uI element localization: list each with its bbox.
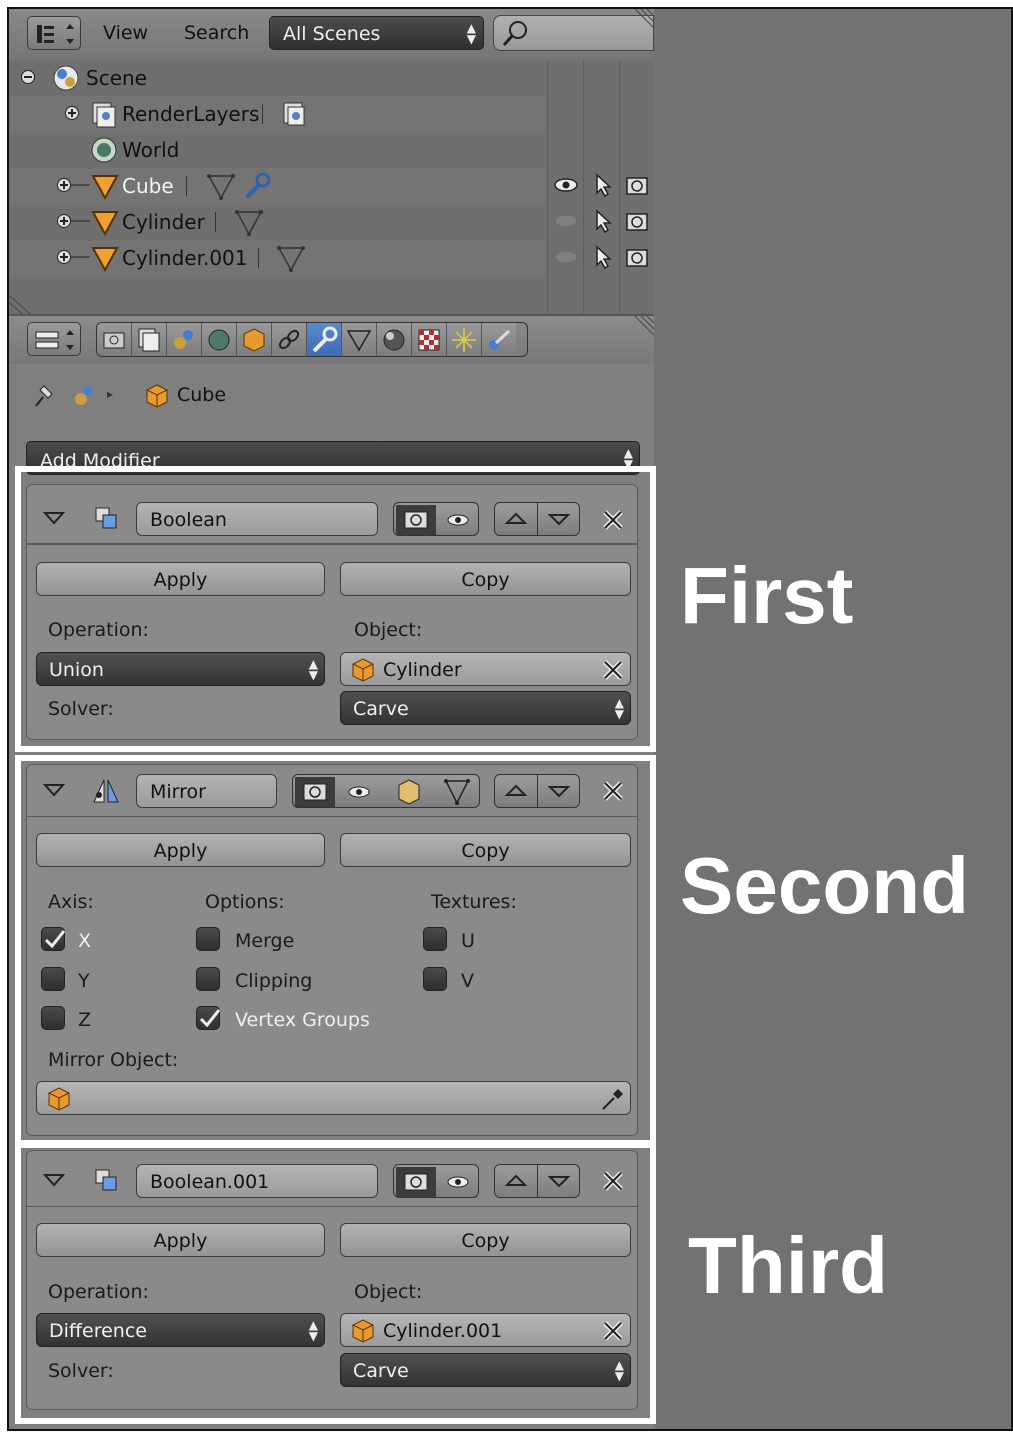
- wrench-icon: [312, 326, 338, 353]
- outliner-row-scene[interactable]: Scene: [10, 60, 546, 96]
- cursor-select-icon[interactable]: [592, 172, 614, 198]
- cursor-select-icon[interactable]: [592, 244, 614, 270]
- render-camera-icon[interactable]: [624, 244, 650, 270]
- search-input[interactable]: [493, 15, 654, 51]
- pin-icon[interactable]: [28, 380, 58, 410]
- expand-icon[interactable]: [56, 248, 90, 266]
- editor-type-button[interactable]: [27, 322, 81, 356]
- area-corner-handle[interactable]: [633, 9, 654, 30]
- tab-particles[interactable]: [447, 323, 482, 356]
- annotation-second: Second: [680, 841, 969, 930]
- collapse-icon[interactable]: [20, 69, 36, 85]
- render-layers-icon: [138, 328, 160, 352]
- context-object-name: Cube: [177, 384, 227, 406]
- area-corner-handle[interactable]: [10, 292, 34, 314]
- outliner-item-name: RenderLayers: [122, 102, 260, 126]
- expand-icon[interactable]: [56, 176, 90, 194]
- tab-texture[interactable]: [412, 323, 447, 356]
- properties-editor-icon: [35, 330, 74, 350]
- menu-view[interactable]: View: [103, 22, 148, 44]
- area-corner-handle[interactable]: [633, 316, 654, 337]
- scene-icon: [174, 330, 193, 349]
- outliner-item-name: Cylinder: [122, 210, 205, 234]
- annotation-third: Third: [688, 1221, 888, 1310]
- tab-constraints[interactable]: [272, 323, 307, 356]
- outliner-editor-icon: [37, 24, 74, 44]
- outliner-item-name: World: [122, 138, 180, 162]
- object-cube-icon: [146, 384, 168, 408]
- eye-icon[interactable]: [553, 174, 579, 196]
- tab-render[interactable]: [97, 323, 132, 356]
- mesh-data-icon: [277, 246, 305, 272]
- wrench-icon: [245, 172, 271, 199]
- tab-render-layers[interactable]: [132, 323, 167, 356]
- mesh-data-icon: [235, 210, 263, 236]
- search-icon: [502, 21, 527, 46]
- eye-icon[interactable]: [553, 246, 579, 268]
- editor-type-button[interactable]: [27, 16, 81, 50]
- scene-icon: [53, 65, 79, 91]
- material-sphere-icon: [383, 329, 405, 351]
- tab-object[interactable]: [237, 323, 272, 356]
- highlight-box-second: [15, 755, 656, 1146]
- tab-physics[interactable]: [482, 323, 516, 356]
- camera-icon: [103, 332, 125, 349]
- highlight-box-third: [15, 1142, 656, 1424]
- object-cube-icon: [243, 328, 265, 352]
- column-divider: [583, 60, 584, 314]
- render-layers-icon: [92, 102, 116, 128]
- render-camera-icon[interactable]: [624, 208, 650, 234]
- mesh-data-icon: [346, 330, 372, 352]
- separator: [186, 176, 187, 196]
- tab-data[interactable]: [342, 323, 377, 356]
- render-layer-icon: [283, 102, 305, 126]
- breadcrumb-arrow-icon: ▸: [107, 387, 114, 401]
- outliner-item-name: Scene: [86, 66, 147, 90]
- outliner-row-cube[interactable]: Cube: [10, 168, 546, 204]
- expand-icon[interactable]: [64, 105, 80, 121]
- outliner-row-cylinder[interactable]: Cylinder: [10, 204, 546, 240]
- chain-link-icon: [278, 329, 300, 350]
- tab-scene[interactable]: [167, 323, 202, 356]
- mesh-object-icon: [91, 211, 119, 237]
- mesh-object-icon: [91, 175, 119, 201]
- scenes-dropdown-value: All Scenes: [283, 23, 381, 45]
- mesh-object-icon: [91, 247, 119, 273]
- outliner-item-name: Cylinder.001: [122, 246, 248, 270]
- outliner-row-renderlayers[interactable]: RenderLayers: [10, 96, 546, 132]
- separator: [215, 212, 216, 232]
- scenes-dropdown[interactable]: All Scenes ▲ ▼: [269, 16, 484, 50]
- world-icon: [208, 329, 230, 351]
- physics-icon: [489, 329, 511, 350]
- tab-world[interactable]: [202, 323, 237, 356]
- render-camera-icon[interactable]: [624, 172, 650, 198]
- scene-icon: [75, 386, 93, 405]
- outliner-row-world[interactable]: World: [10, 132, 546, 168]
- particles-icon: [452, 328, 476, 352]
- separator: [262, 104, 263, 124]
- mesh-data-icon: [207, 174, 235, 200]
- texture-checker-icon: [418, 329, 440, 351]
- outliner-row-cylinder-001[interactable]: Cylinder.001: [10, 240, 546, 276]
- expand-icon[interactable]: [56, 212, 90, 230]
- column-divider: [619, 60, 620, 314]
- updown-arrows-icon: ▲ ▼: [466, 21, 476, 46]
- highlight-box-first: [15, 466, 656, 752]
- column-divider: [547, 60, 548, 314]
- outliner-item-name: Cube: [122, 174, 174, 198]
- world-icon: [91, 137, 117, 163]
- eye-icon[interactable]: [553, 210, 579, 232]
- separator: [258, 248, 259, 268]
- cursor-select-icon[interactable]: [592, 208, 614, 234]
- menu-search[interactable]: Search: [184, 22, 249, 44]
- properties-context-tabs: [96, 322, 528, 357]
- tab-modifiers[interactable]: [307, 323, 342, 356]
- tab-material[interactable]: [377, 323, 412, 356]
- annotation-first: First: [680, 551, 854, 640]
